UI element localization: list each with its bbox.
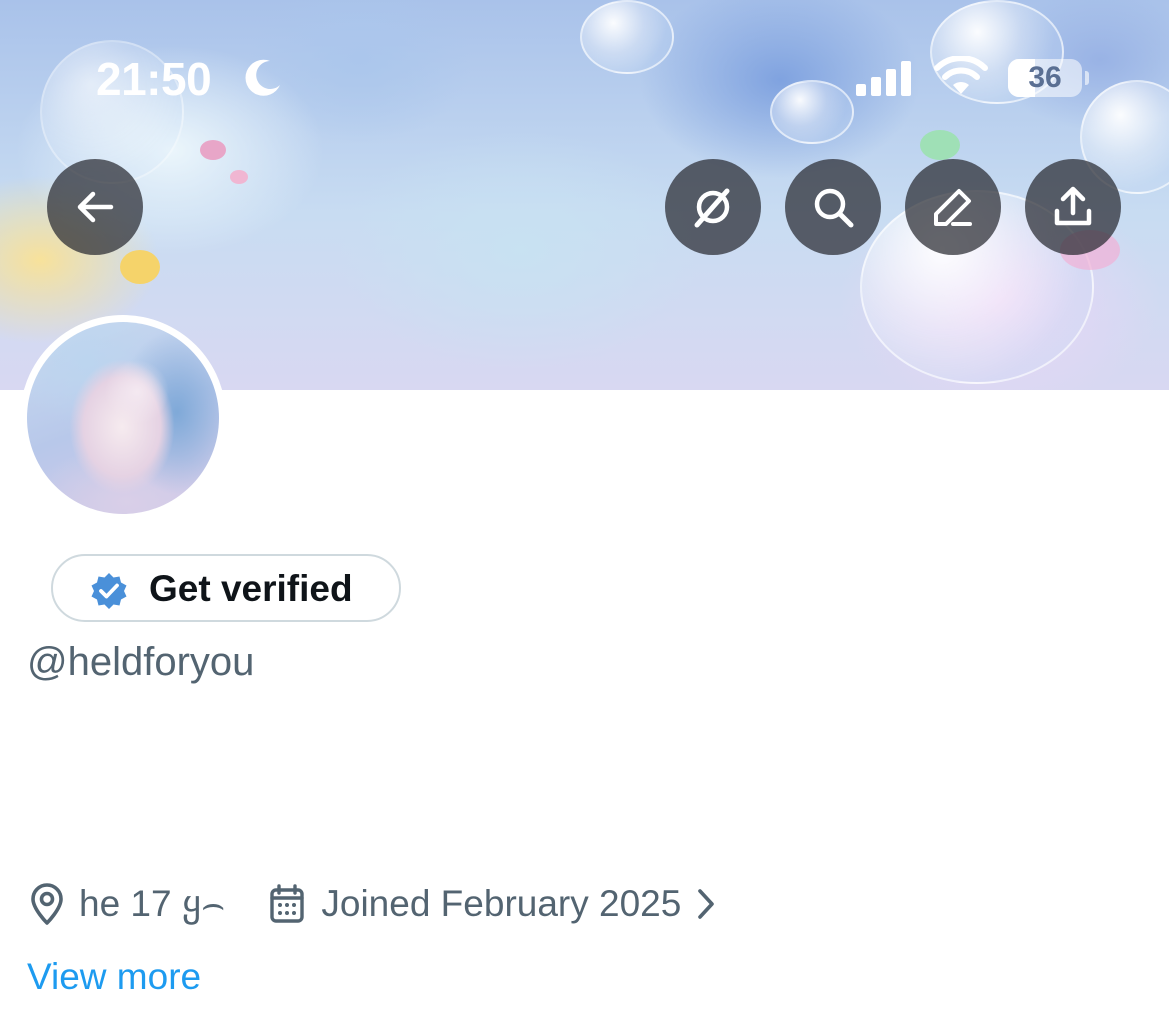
edit-icon [934,189,972,226]
banner-speck [120,250,160,284]
edit-button[interactable] [905,159,1001,255]
banner-speck [230,170,248,184]
get-verified-button[interactable]: Get verified [51,554,401,622]
location-icon [31,883,63,925]
grok-button[interactable] [665,159,761,255]
joined-date[interactable]: Joined February 2025 [321,883,681,925]
banner-bubble [580,0,674,74]
get-verified-label: Get verified [149,568,353,609]
grok-icon [694,188,730,228]
share-button[interactable] [1025,159,1121,255]
calendar-icon [270,884,305,923]
profile-location: he 17 ყ⌢ [79,883,226,924]
avatar-image [27,322,219,514]
search-icon [814,188,854,228]
banner-speck [920,130,960,160]
moon-icon [245,59,280,96]
battery-percentage: 36 [1028,61,1062,94]
avatar[interactable] [20,315,226,521]
profile-meta-row: he 17 ყ⌢ Joined February 2025 [27,878,717,930]
arrow-left-icon [77,191,114,223]
status-time: 21:50 [96,53,212,105]
view-more-link[interactable]: View more [27,956,201,998]
share-icon [1054,186,1092,226]
signal-icon [856,61,911,96]
banner-speck [200,140,226,160]
chevron-right-icon[interactable] [695,886,717,922]
search-button[interactable] [785,159,881,255]
battery-cap [1085,71,1089,85]
verified-badge-icon [91,573,127,609]
wifi-icon [934,56,988,94]
battery-icon: 36 [1008,59,1082,97]
profile-handle: @heldforyou [27,640,255,684]
back-button[interactable] [47,159,143,255]
banner-bubble [770,80,854,144]
